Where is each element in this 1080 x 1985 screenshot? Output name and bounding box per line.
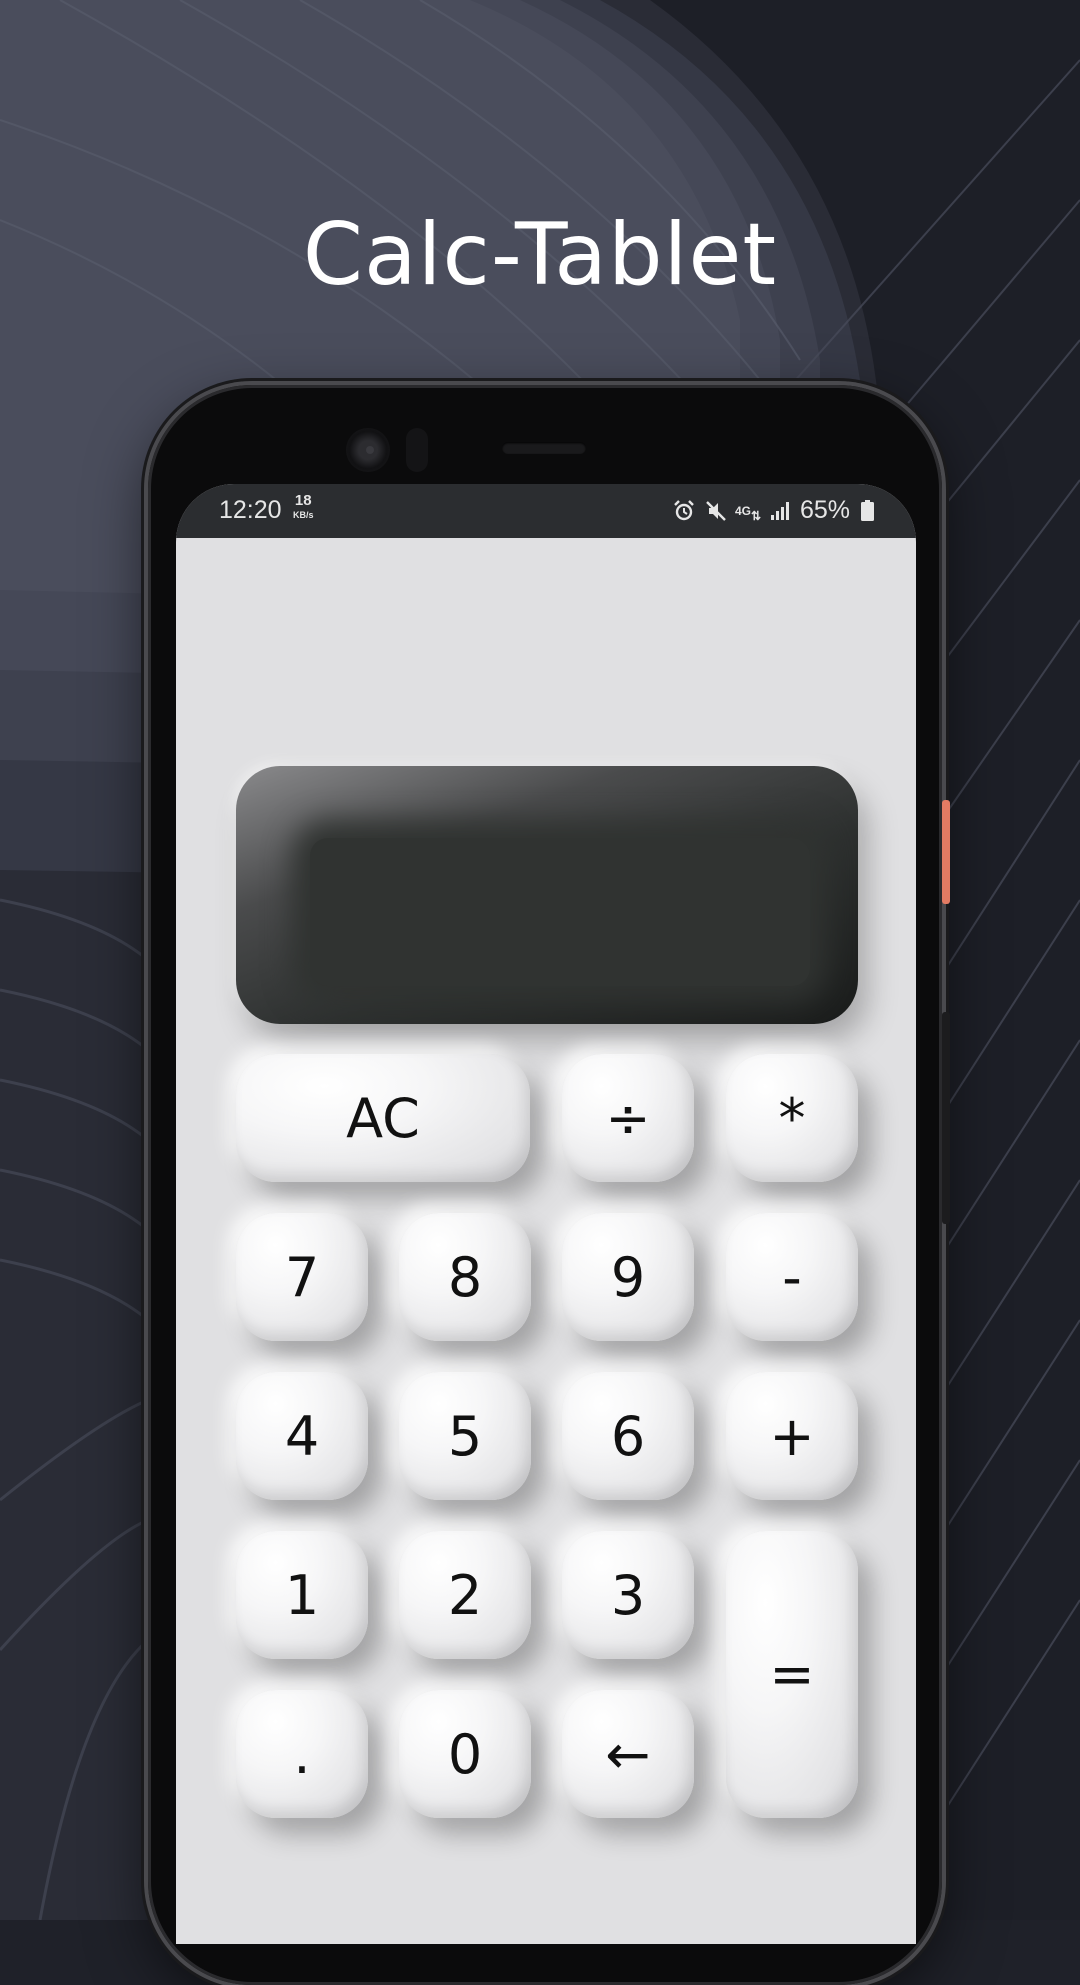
digit-1-button[interactable]: 1	[236, 1531, 368, 1659]
status-icons: 4G ⇅	[672, 496, 792, 526]
digit-0-button[interactable]: 0	[399, 1690, 531, 1818]
status-time: 12:20	[219, 496, 282, 524]
phone-screen: 12:20 18 KB/s 4G ⇅ 65% AC ÷ * 7 8 9 - 4 …	[176, 484, 916, 1944]
digit-3-button[interactable]: 3	[562, 1531, 694, 1659]
backspace-button[interactable]: ←	[562, 1690, 694, 1818]
network-speed-unit: KB/s	[293, 510, 314, 520]
digit-5-button[interactable]: 5	[399, 1372, 531, 1500]
4g-data-icon: 4G ⇅	[734, 503, 762, 523]
earpiece-speaker	[502, 442, 586, 454]
app-headline: Calc-Tablet	[302, 205, 778, 305]
calculator-display	[236, 766, 858, 1024]
signal-icon	[768, 499, 792, 523]
digit-8-button[interactable]: 8	[399, 1213, 531, 1341]
network-speed-value: 18	[294, 492, 312, 509]
camera-lens	[366, 446, 374, 454]
volume-button	[942, 1012, 950, 1224]
network-speed: 18 KB/s	[293, 492, 314, 522]
decimal-point-button[interactable]: .	[236, 1690, 368, 1818]
network-type-label: 4G	[734, 503, 751, 518]
battery-icon	[861, 500, 874, 521]
status-bar: 12:20 18 KB/s 4G ⇅ 65%	[176, 484, 916, 538]
clear-button[interactable]: AC	[236, 1054, 530, 1182]
digit-2-button[interactable]: 2	[399, 1531, 531, 1659]
mute-icon	[704, 499, 728, 523]
alarm-icon	[672, 499, 696, 523]
plus-button[interactable]: +	[726, 1372, 858, 1500]
power-button	[942, 800, 950, 904]
digit-4-button[interactable]: 4	[236, 1372, 368, 1500]
equals-button[interactable]: =	[726, 1531, 858, 1818]
battery-percent: 65%	[800, 496, 851, 524]
divide-button[interactable]: ÷	[562, 1054, 694, 1182]
minus-button[interactable]: -	[726, 1213, 858, 1341]
digit-7-button[interactable]: 7	[236, 1213, 368, 1341]
proximity-sensor	[406, 428, 428, 472]
display-readout	[310, 838, 810, 986]
digit-9-button[interactable]: 9	[562, 1213, 694, 1341]
multiply-button[interactable]: *	[726, 1054, 858, 1182]
digit-6-button[interactable]: 6	[562, 1372, 694, 1500]
